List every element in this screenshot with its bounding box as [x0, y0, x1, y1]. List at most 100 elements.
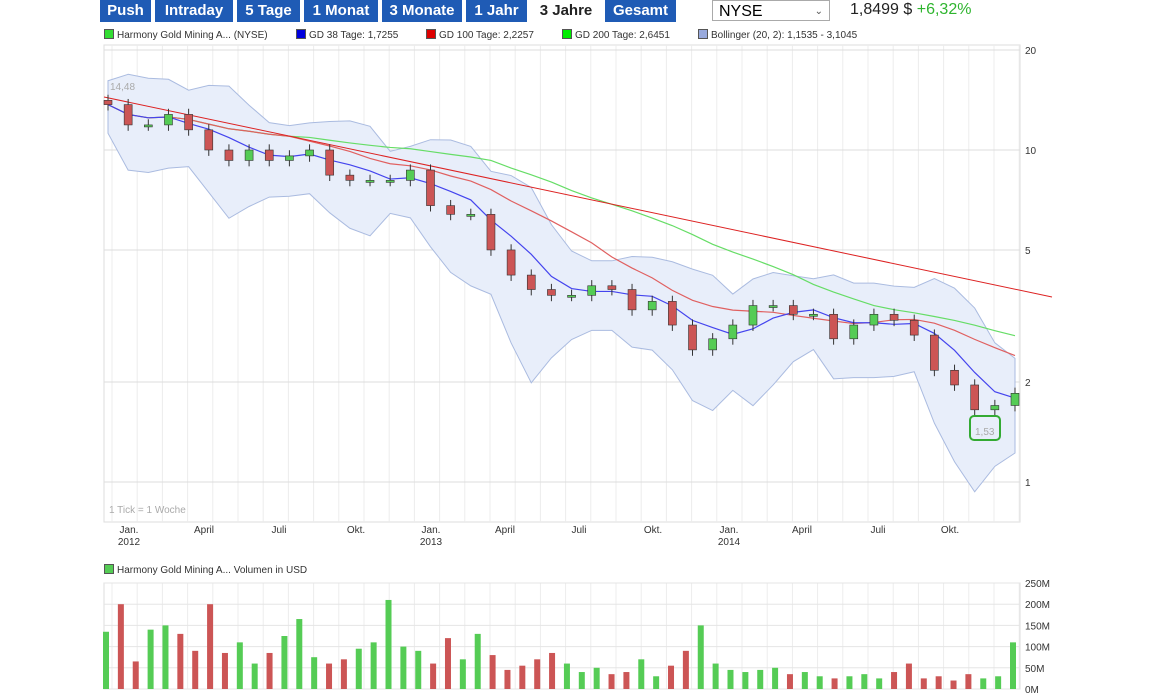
volume-bar	[459, 659, 466, 689]
volume-bar	[236, 642, 243, 689]
x-tick-year: 2014	[718, 537, 741, 548]
volume-bar	[965, 674, 972, 689]
candle	[224, 149, 234, 161]
volume-bar	[757, 669, 764, 689]
candle	[607, 285, 617, 290]
volume-bar	[400, 646, 407, 689]
volume-bar	[266, 652, 273, 689]
x-tick-year: 2012	[118, 537, 141, 548]
volume-bar	[192, 650, 199, 689]
low-label: 1,53	[975, 427, 995, 438]
candle	[264, 149, 274, 161]
volume-bar	[132, 661, 139, 689]
candle	[668, 301, 677, 326]
volume-bar	[816, 676, 823, 689]
volume-bar	[578, 672, 585, 689]
candle	[446, 205, 455, 215]
candle	[587, 285, 597, 296]
volume-bar	[861, 674, 868, 689]
volume-bar	[801, 672, 808, 689]
volume-bar	[623, 672, 630, 689]
volume-bar	[489, 655, 496, 689]
volume-bar	[221, 652, 228, 689]
x-tick-label: Okt.	[347, 525, 365, 536]
volume-bar	[638, 659, 645, 689]
x-tick-label: Juli	[571, 525, 586, 536]
candle	[829, 313, 838, 340]
volume-bar	[1010, 642, 1016, 689]
volume-bar	[103, 631, 109, 689]
candle	[305, 149, 314, 157]
volume-bar	[876, 678, 883, 689]
volume-bar	[444, 638, 451, 689]
y-tick-label: 20	[1025, 46, 1037, 57]
candle	[184, 114, 193, 131]
candle	[647, 301, 657, 311]
y-tick-label: 1	[1025, 478, 1031, 489]
candle	[930, 334, 939, 371]
volume-bar	[296, 619, 303, 689]
candle	[1010, 392, 1020, 406]
volume-bar	[311, 657, 318, 689]
volume-bar	[786, 674, 793, 689]
volume-bar	[340, 659, 347, 689]
candle	[547, 289, 556, 296]
volume-bar	[207, 604, 214, 689]
x-tick-label: April	[495, 525, 515, 536]
volume-bar	[415, 650, 422, 689]
candle	[627, 289, 637, 311]
high-label: 14,48	[110, 82, 135, 93]
volume-bar	[905, 663, 912, 689]
y-tick-label: 10	[1025, 146, 1037, 157]
candle	[466, 214, 476, 217]
x-tick-label: Juli	[870, 525, 885, 536]
candle	[788, 305, 798, 315]
volume-bar	[326, 663, 333, 689]
candle	[204, 129, 214, 151]
volume-tick-label: 0M	[1025, 685, 1039, 696]
volume-bar	[980, 678, 987, 689]
y-tick-label: 5	[1025, 246, 1031, 257]
candle	[768, 305, 778, 308]
volume-tick-label: 150M	[1025, 621, 1050, 632]
x-tick-label: Jan.	[720, 525, 739, 536]
volume-tick-label: 50M	[1025, 664, 1044, 675]
volume-bar	[534, 659, 541, 689]
candle	[144, 124, 153, 128]
x-tick-label: Jan.	[120, 525, 139, 536]
x-tick-year: 2013	[420, 537, 443, 548]
volume-bar	[950, 680, 957, 689]
candle	[486, 214, 496, 251]
volume-bar	[117, 604, 124, 689]
volume-bar	[147, 629, 154, 689]
volume-bar	[772, 667, 779, 689]
volume-bar	[682, 650, 689, 689]
candle	[708, 338, 717, 351]
volume-bar	[608, 674, 615, 689]
volume-bar	[549, 652, 556, 689]
candle	[285, 155, 294, 161]
volume-bar	[742, 672, 749, 689]
candle	[506, 249, 516, 276]
volume-bar	[668, 665, 675, 689]
candle	[809, 313, 818, 317]
volume-bar	[504, 669, 511, 689]
volume-bar	[430, 663, 437, 689]
x-tick-label: Jan.	[422, 525, 441, 536]
volume-bar	[831, 678, 838, 689]
x-tick-label: April	[194, 525, 214, 536]
volume-bar	[727, 669, 734, 689]
x-tick-label: Juli	[271, 525, 286, 536]
candle	[849, 324, 859, 340]
candle	[869, 313, 879, 326]
x-tick-label: April	[792, 525, 812, 536]
tick-note: 1 Tick = 1 Woche	[109, 505, 186, 516]
candle	[728, 324, 738, 340]
volume-bar	[177, 633, 184, 689]
candle	[567, 295, 576, 298]
price-chart: 1251020Jan.2012April Juli Okt. Jan.2013Apri…	[103, 44, 1053, 696]
candle	[950, 369, 959, 386]
candle	[688, 324, 697, 351]
candle	[123, 104, 133, 126]
volume-bar	[920, 678, 927, 689]
